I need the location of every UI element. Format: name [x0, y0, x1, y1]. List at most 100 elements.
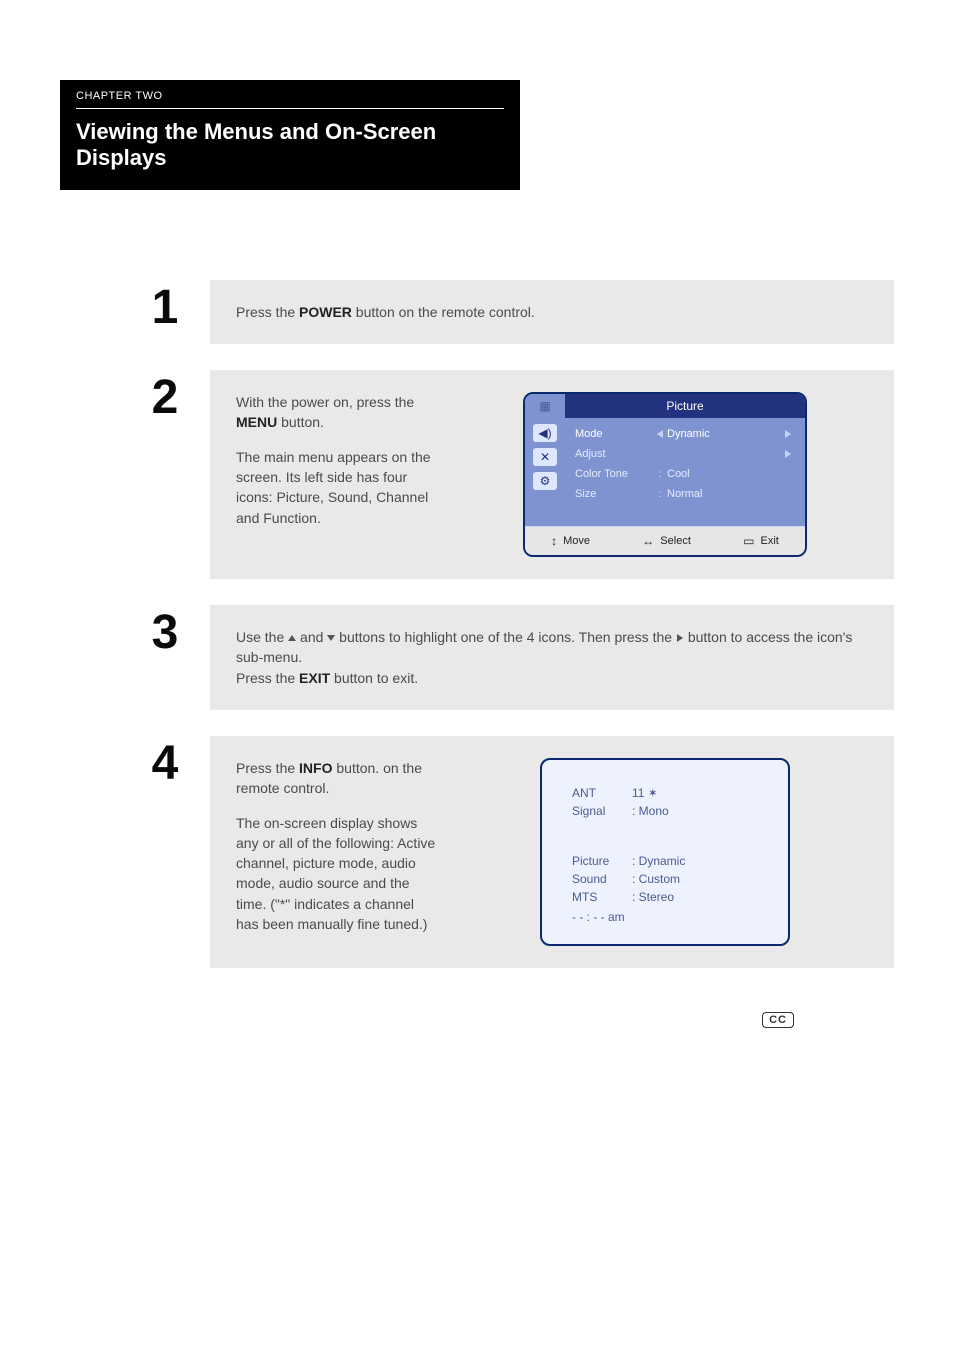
step-4-p2: The on-screen display shows any or all o… — [236, 813, 436, 935]
step-4-body: Press the INFO button. on the remote con… — [210, 736, 894, 968]
info-mts-key: MTS — [572, 890, 632, 904]
exit-icon: ▭ — [743, 534, 754, 548]
step-4-p1-bold: INFO — [299, 760, 332, 776]
step-2-panel-wrap: ▦ Picture ◀) ✕ ⚙ — [462, 392, 868, 557]
osd-row-mode-val: Dynamic — [667, 428, 781, 440]
arrow-left-icon — [653, 429, 667, 440]
info-sound-val: : Custom — [632, 872, 758, 886]
osd-footer-select: ↔ Select — [642, 534, 691, 548]
info-ant-val: 11 ✶ — [632, 786, 758, 800]
arrow-right-icon — [781, 429, 795, 440]
colon-icon: : — [653, 489, 667, 500]
arrow-right-icon — [781, 449, 795, 460]
leftright-icon: ↔ — [642, 534, 654, 548]
info-osd-panel: ANT 11 ✶ Signal : Mono Picture : D — [540, 758, 790, 946]
step-2-text: With the power on, press the MENU button… — [236, 392, 436, 557]
osd-row-mode-key: Mode — [575, 428, 653, 440]
settings-icon: ⚙ — [533, 472, 557, 490]
step-2: 2 With the power on, press the MENU butt… — [120, 370, 894, 579]
step-1-number: 1 — [152, 284, 179, 332]
info-signal-val: : Mono — [632, 804, 758, 818]
closed-caption-icon: CC — [762, 1012, 794, 1028]
info-ant-key: ANT — [572, 786, 632, 800]
step-1: 1 Press the POWER button on the remote c… — [120, 280, 894, 344]
step-4-number-col: 4 — [120, 736, 210, 968]
step-3-s2-pre: Press the — [236, 670, 299, 686]
step-2-number-col: 2 — [120, 370, 210, 579]
step-3-number-col: 3 — [120, 605, 210, 710]
chapter-label: CHAPTER TWO — [60, 80, 520, 102]
step-3-text: Use the and buttons to highlight one of … — [236, 627, 868, 688]
osd-row-size: Size : Normal — [575, 484, 795, 504]
step-1-text: Press the POWER button on the remote con… — [236, 302, 868, 322]
info-time-val: - - : - - am — [572, 910, 758, 924]
step-3-s1-post: buttons to highlight one of the 4 icons.… — [339, 629, 676, 645]
step-3-number: 3 — [152, 609, 179, 657]
step-1-number-col: 1 — [120, 280, 210, 344]
up-icon — [288, 635, 296, 641]
info-line-picture: Picture : Dynamic — [572, 852, 758, 870]
monitor-icon: ▦ — [539, 399, 550, 413]
antenna-icon: ✕ — [533, 448, 557, 466]
speaker-icon: ◀) — [533, 424, 557, 442]
osd-row-colortone-key: Color Tone — [575, 468, 653, 480]
osd-row-colortone: Color Tone : Cool — [575, 464, 795, 484]
page-title: Viewing the Menus and On-Screen Displays — [60, 109, 520, 190]
picture-osd-menu: ▦ Picture ◀) ✕ ⚙ — [523, 392, 807, 557]
step-3-s2-post: button to exit. — [330, 670, 418, 686]
info-line-signal: Signal : Mono — [572, 802, 758, 820]
osd-row-adjust: Adjust — [575, 444, 795, 464]
right-caret-icon — [677, 634, 683, 642]
down-icon — [327, 635, 335, 641]
step-4: 4 Press the INFO button. on the remote c… — [120, 736, 894, 968]
step-3-s1-pre: Use the — [236, 629, 288, 645]
info-line-sound: Sound : Custom — [572, 870, 758, 888]
colon-icon: : — [653, 469, 667, 480]
step-3-s2-bold: EXIT — [299, 670, 330, 686]
step-1-line-post: button on the remote control. — [352, 304, 535, 320]
step-3-s1-mid: and — [300, 629, 327, 645]
step-4-number: 4 — [152, 740, 179, 788]
manual-page: CHAPTER TWO Viewing the Menus and On-Scr… — [0, 0, 954, 1351]
osd-row-adjust-key: Adjust — [575, 448, 653, 460]
info-picture-val: : Dynamic — [632, 854, 758, 868]
step-4-panel-wrap: ANT 11 ✶ Signal : Mono Picture : D — [462, 758, 868, 946]
info-sound-key: Sound — [572, 872, 632, 886]
step-2-body: With the power on, press the MENU button… — [210, 370, 894, 579]
step-1-body: Press the POWER button on the remote con… — [210, 280, 894, 344]
step-2-number: 2 — [152, 374, 179, 422]
step-2-p1-post: button. — [277, 414, 324, 430]
osd-footer-select-label: Select — [660, 535, 691, 547]
osd-header: ▦ Picture — [525, 394, 805, 418]
chapter-title-bar: CHAPTER TWO Viewing the Menus and On-Scr… — [60, 80, 520, 190]
info-bottom-section: Picture : Dynamic Sound : Custom MTS : S… — [572, 852, 758, 926]
step-1-line-pre: Press the — [236, 304, 299, 320]
osd-header-icon: ▦ — [525, 394, 565, 418]
step-2-p2: The main menu appears on the screen. Its… — [236, 447, 436, 528]
osd-footer: ↕ Move ↔ Select ▭ Exit — [525, 526, 805, 555]
info-line-ant: ANT 11 ✶ — [572, 784, 758, 802]
info-picture-key: Picture — [572, 854, 632, 868]
step-4-text: Press the INFO button. on the remote con… — [236, 758, 436, 946]
osd-footer-exit-label: Exit — [760, 535, 778, 547]
osd-footer-exit: ▭ Exit — [743, 534, 779, 548]
step-3: 3 Use the and buttons to highlight one o… — [120, 605, 894, 710]
osd-row-colortone-val: Cool — [667, 468, 781, 480]
osd-rows: ◀) ✕ ⚙ Mode Dynamic — [525, 418, 805, 526]
updown-icon: ↕ — [551, 534, 557, 548]
step-2-p1-pre: With the power on, press the — [236, 394, 414, 410]
info-signal-key: Signal — [572, 804, 632, 818]
osd-row-list: Mode Dynamic Adjust — [565, 418, 805, 526]
osd-side-icons: ◀) ✕ ⚙ — [525, 418, 565, 526]
osd-row-size-val: Normal — [667, 488, 781, 500]
info-top-section: ANT 11 ✶ Signal : Mono — [572, 784, 758, 820]
step-1-line-bold: POWER — [299, 304, 352, 320]
osd-footer-move-label: Move — [563, 535, 590, 547]
step-2-p1-bold: MENU — [236, 414, 277, 430]
osd-footer-move: ↕ Move — [551, 534, 590, 548]
step-3-body: Use the and buttons to highlight one of … — [210, 605, 894, 710]
osd-row-mode: Mode Dynamic — [575, 424, 795, 444]
osd-row-size-key: Size — [575, 488, 653, 500]
step-4-p1-pre: Press the — [236, 760, 299, 776]
osd-title: Picture — [565, 394, 805, 418]
